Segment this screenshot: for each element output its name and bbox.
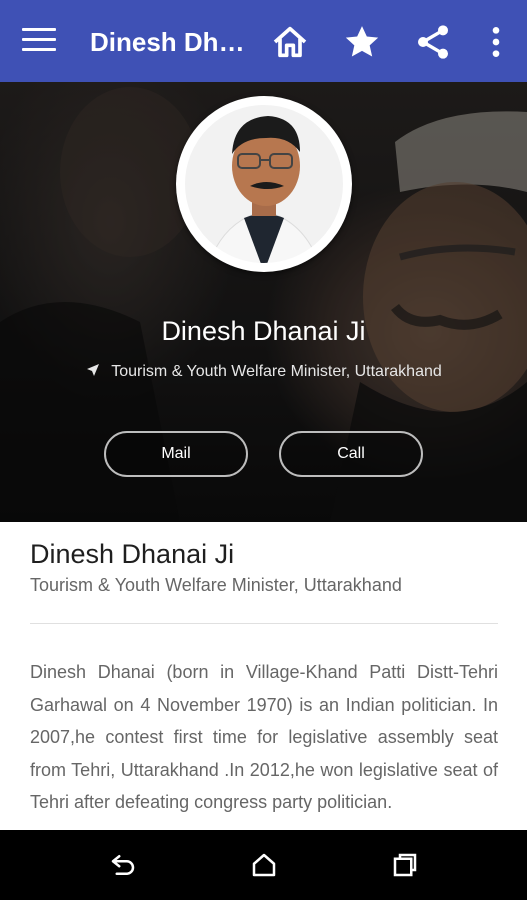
call-button[interactable]: Call	[279, 431, 423, 477]
profile-header: Dinesh Dhanai Ji Tourism & Youth Welfare…	[0, 82, 527, 522]
details-section: Dinesh Dhanai Ji Tourism & Youth Welfare…	[0, 522, 527, 830]
back-icon[interactable]	[108, 850, 138, 880]
app-bar: Dinesh Dhanai Ji	[0, 0, 527, 82]
divider	[30, 623, 498, 624]
home-nav-icon[interactable]	[249, 850, 279, 880]
biography-text: Dinesh Dhanai (born in Village-Khand Pat…	[30, 662, 498, 812]
profile-location: Tourism & Youth Welfare Minister, Uttara…	[0, 362, 527, 382]
app-bar-title: Dinesh Dhanai Ji	[90, 27, 250, 57]
mail-button[interactable]: Mail	[104, 431, 248, 477]
avatar	[176, 96, 352, 272]
share-icon[interactable]	[413, 22, 453, 62]
profile-role: Tourism & Youth Welfare Minister, Uttara…	[111, 363, 442, 380]
details-role: Tourism & Youth Welfare Minister, Uttara…	[30, 575, 402, 595]
details-name: Dinesh Dhanai Ji	[30, 539, 235, 569]
more-vert-icon[interactable]	[476, 22, 516, 62]
profile-name: Dinesh Dhanai Ji	[161, 316, 366, 346]
recents-icon[interactable]	[390, 850, 420, 880]
home-icon[interactable]	[270, 22, 310, 62]
navigation-arrow-icon	[87, 364, 100, 376]
menu-icon[interactable]	[22, 28, 56, 54]
system-navigation-bar	[0, 830, 527, 900]
star-icon[interactable]	[342, 22, 382, 62]
